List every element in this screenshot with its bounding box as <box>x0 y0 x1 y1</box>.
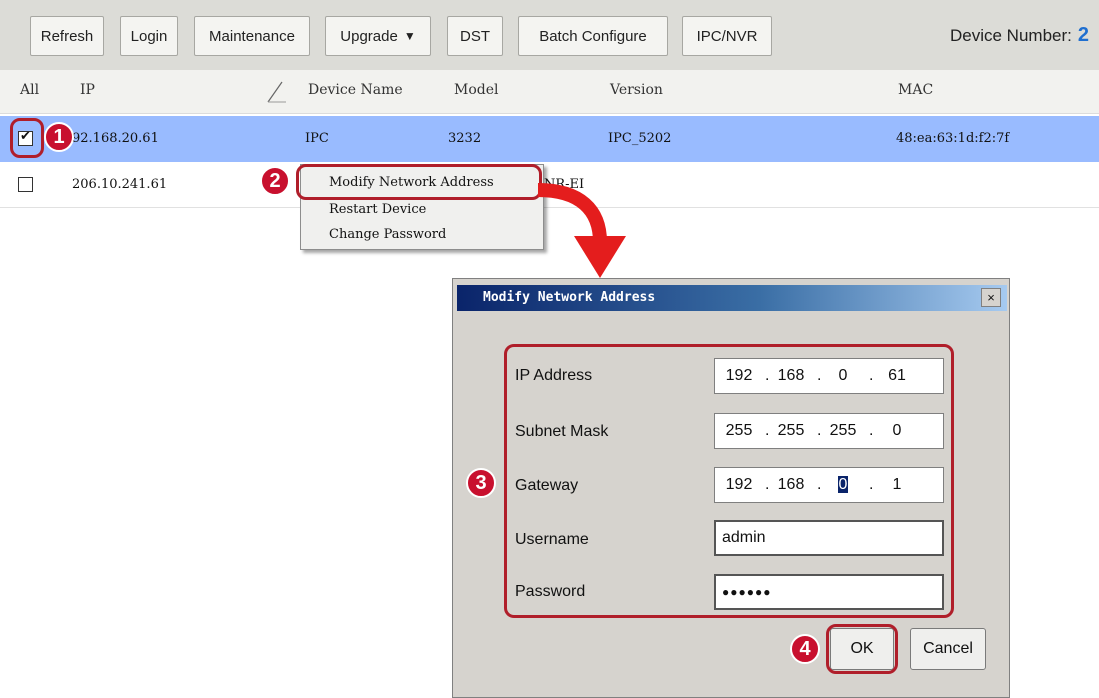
device-number-value: 2 <box>1077 24 1089 46</box>
table-header: All IP Device Name Model Version MAC <box>0 70 1099 114</box>
maintenance-label: Maintenance <box>209 27 295 45</box>
header-version[interactable]: Version <box>610 82 663 98</box>
dst-button[interactable]: DST <box>447 16 503 56</box>
gateway-seg-3[interactable]: 0 <box>823 476 863 494</box>
checkbox-highlight <box>10 118 44 158</box>
header-model[interactable]: Model <box>454 82 499 98</box>
mask-seg-2[interactable]: 255 <box>771 422 811 440</box>
header-ip[interactable]: IP <box>80 82 95 98</box>
callout-1: 1 <box>44 122 74 152</box>
ip-dot: . <box>765 422 770 439</box>
ip-dot: . <box>869 367 874 384</box>
row-model: 3232 <box>448 131 482 146</box>
username-label: Username <box>515 531 589 548</box>
subnet-mask-label: Subnet Mask <box>515 423 609 440</box>
menu-highlight <box>296 164 542 200</box>
gateway-seg-4[interactable]: 1 <box>877 476 917 494</box>
refresh-label: Refresh <box>40 27 94 45</box>
gateway-label: Gateway <box>515 477 579 494</box>
cancel-button[interactable]: Cancel <box>910 628 986 670</box>
row-checkbox[interactable] <box>18 177 33 192</box>
menu-item-restart-device[interactable]: Restart Device <box>329 202 426 217</box>
ip-seg-3[interactable]: 0 <box>823 367 863 385</box>
password-field[interactable]: ●●●●●● <box>714 574 944 610</box>
ok-highlight <box>826 624 898 674</box>
ip-dot: . <box>869 422 874 439</box>
subnet-mask-field[interactable]: 255 . 255 . 255 . 0 <box>714 413 944 449</box>
username-value: admin <box>722 529 766 546</box>
maintenance-button[interactable]: Maintenance <box>194 16 310 56</box>
header-all[interactable]: All <box>20 82 39 98</box>
cancel-label: Cancel <box>923 640 973 657</box>
password-value: ●●●●●● <box>722 585 772 599</box>
upgrade-label: Upgrade <box>340 27 398 45</box>
toolbar: Refresh Login Maintenance Upgrade ▼ DST B… <box>0 0 1099 70</box>
ip-dot: . <box>817 367 822 384</box>
arrow-icon <box>537 183 626 278</box>
callout-2: 2 <box>260 166 290 196</box>
callout-3: 3 <box>466 468 496 498</box>
header-device-name[interactable]: Device Name <box>308 82 403 98</box>
dialog-title: Modify Network Address <box>483 290 656 305</box>
ip-address-label: IP Address <box>515 367 593 384</box>
close-icon[interactable]: × <box>981 288 1001 307</box>
ip-dot: . <box>817 476 822 493</box>
row-ip: 206.10.241.61 <box>72 177 168 192</box>
sort-icon[interactable] <box>262 78 290 106</box>
device-number-label: Device Number: <box>950 26 1072 45</box>
gateway-seg-3-selected: 0 <box>837 476 849 493</box>
ipc-nvr-label: IPC/NVR <box>696 27 758 45</box>
dst-label: DST <box>460 27 490 45</box>
dropdown-arrow-icon: ▼ <box>403 29 416 43</box>
ip-seg-1[interactable]: 192 <box>719 367 759 385</box>
ip-seg-2[interactable]: 168 <box>771 367 811 385</box>
refresh-button[interactable]: Refresh <box>30 16 104 56</box>
ip-address-field[interactable]: 192 . 168 . 0 . 61 <box>714 358 944 394</box>
ip-dot: . <box>817 422 822 439</box>
password-label: Password <box>515 583 586 600</box>
row-ip: 92.168.20.61 <box>72 131 159 146</box>
batch-configure-button[interactable]: Batch Configure <box>518 16 668 56</box>
dialog-titlebar: Modify Network Address × <box>457 285 1007 311</box>
header-mac[interactable]: MAC <box>898 82 933 98</box>
gateway-field[interactable]: 192 . 168 . 0 . 1 <box>714 467 944 503</box>
gateway-seg-2[interactable]: 168 <box>771 476 811 494</box>
ip-dot: . <box>765 367 770 384</box>
device-number: Device Number: 2 <box>950 24 1089 47</box>
table-row[interactable]: 92.168.20.61 IPC 3232 IPC_5202 48:ea:63:… <box>0 116 1099 162</box>
callout-4: 4 <box>790 634 820 664</box>
ip-seg-4[interactable]: 61 <box>877 367 917 385</box>
mask-seg-1[interactable]: 255 <box>719 422 759 440</box>
ip-dot: . <box>869 476 874 493</box>
batch-configure-label: Batch Configure <box>539 27 647 45</box>
row-version: IPC_5202 <box>608 131 672 146</box>
mask-seg-4[interactable]: 0 <box>877 422 917 440</box>
menu-item-change-password[interactable]: Change Password <box>329 227 446 242</box>
row-device-name: IPC <box>305 131 329 146</box>
row-mac: 48:ea:63:1d:f2:7f <box>896 131 1010 146</box>
login-button[interactable]: Login <box>120 16 178 56</box>
gateway-seg-1[interactable]: 192 <box>719 476 759 494</box>
ipc-nvr-button[interactable]: IPC/NVR <box>682 16 772 56</box>
login-label: Login <box>130 27 168 45</box>
username-field[interactable]: admin <box>714 520 944 556</box>
upgrade-dropdown-button[interactable]: Upgrade ▼ <box>325 16 431 56</box>
ip-dot: . <box>765 476 770 493</box>
mask-seg-3[interactable]: 255 <box>823 422 863 440</box>
